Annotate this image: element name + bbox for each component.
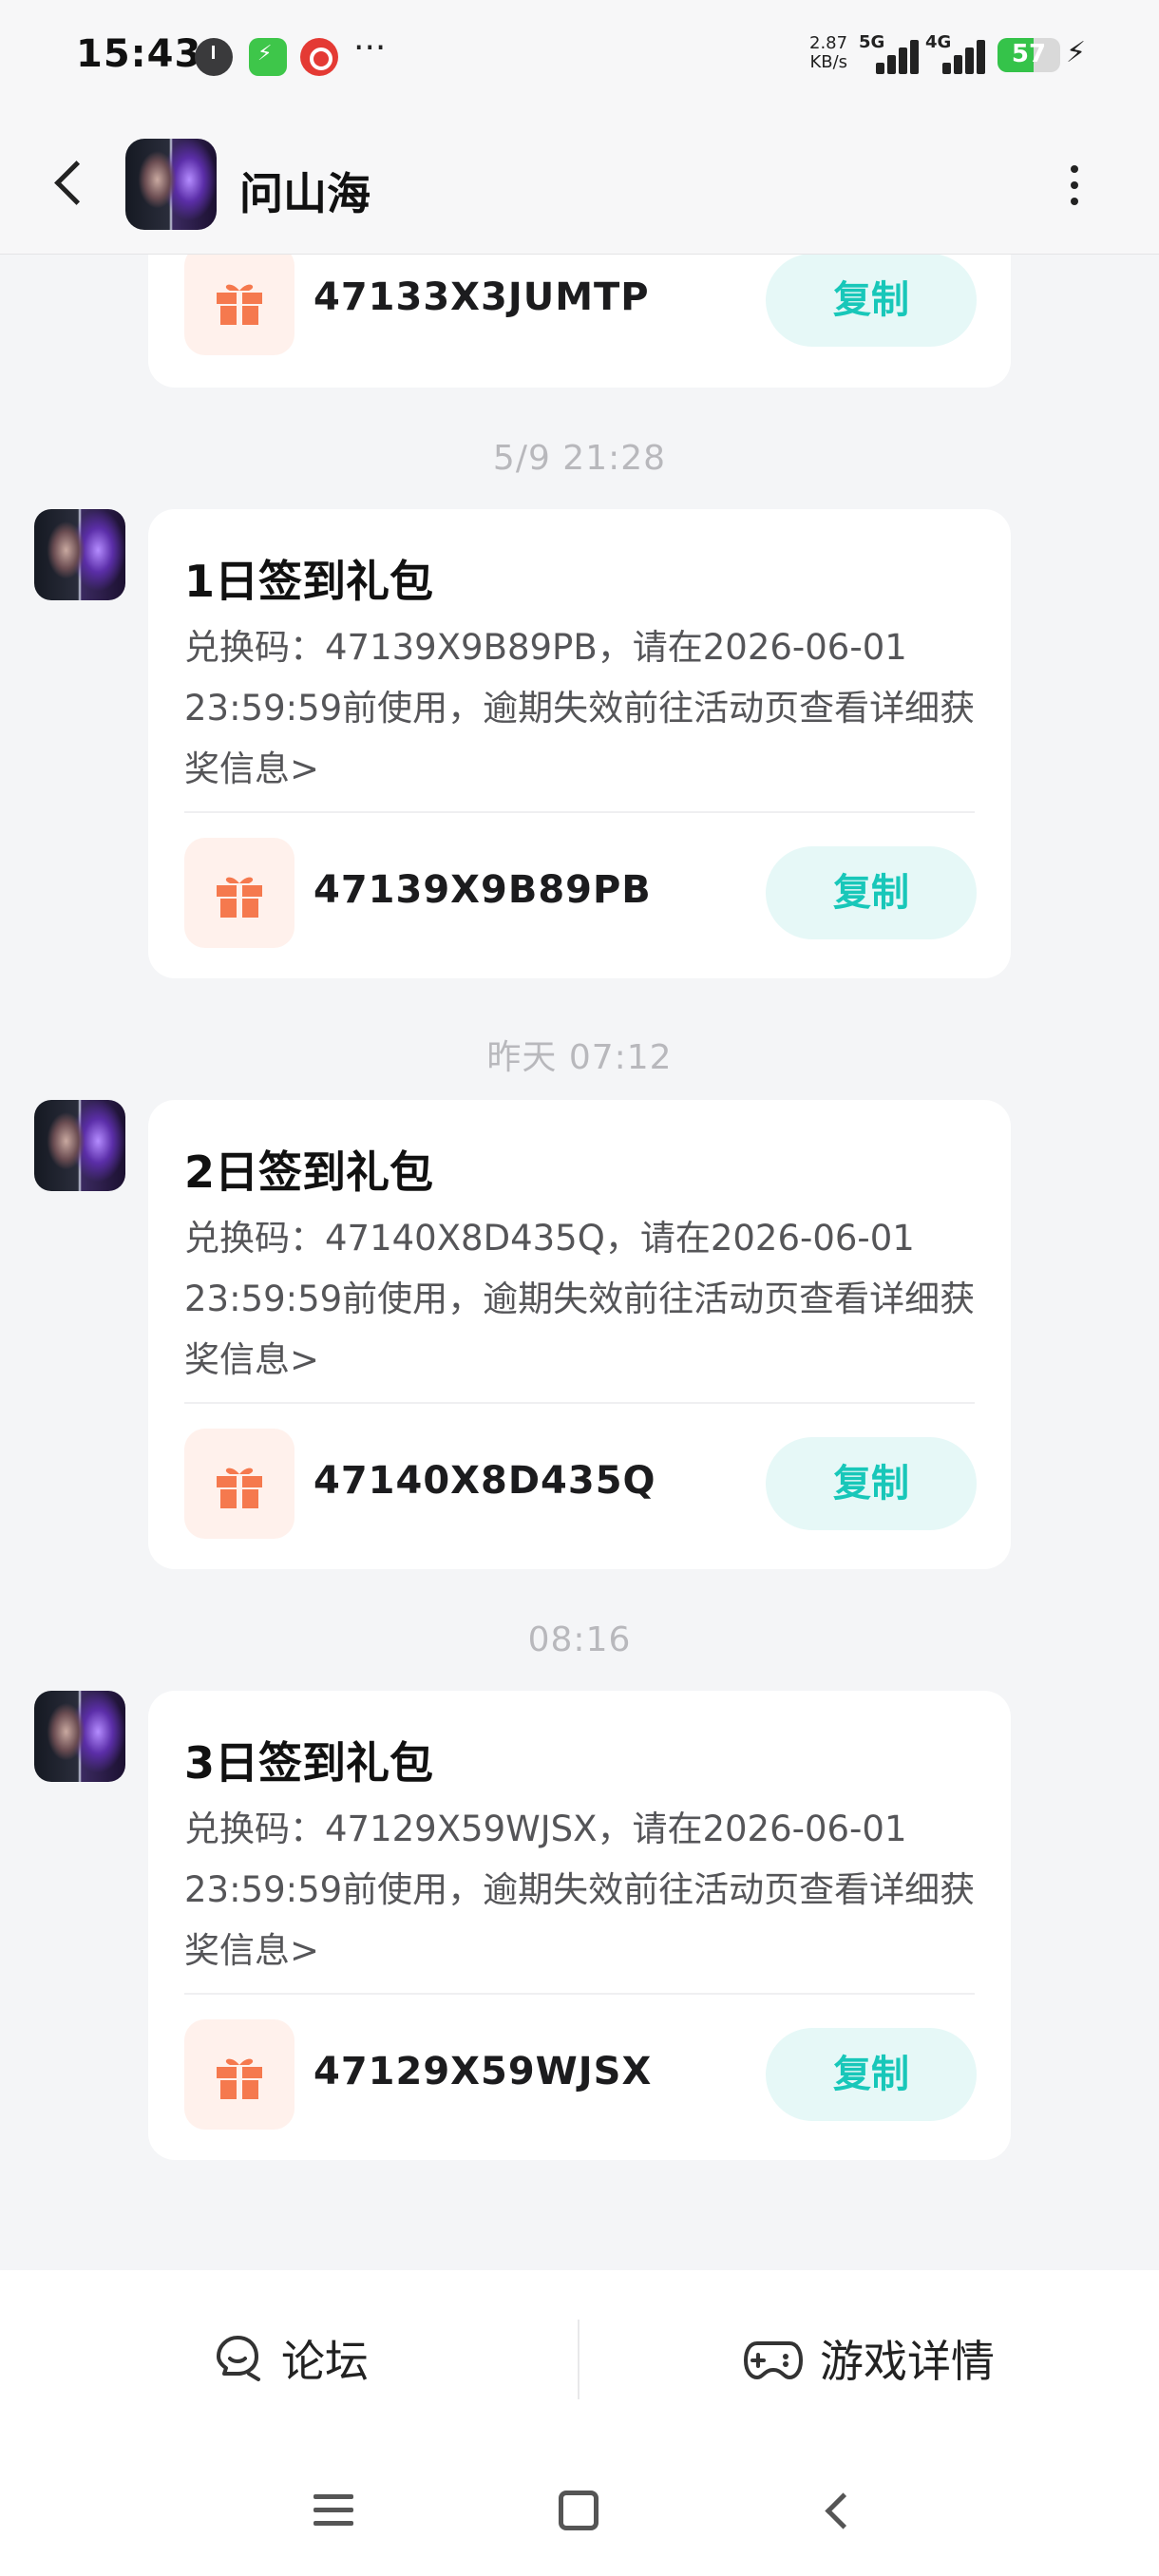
message-list[interactable]: 47133X3JUMTP 复制 5/9 21:28 1日签到礼包 兑换码：471… (0, 255, 1159, 2270)
chat-header: 问山海 (0, 114, 1159, 255)
more-options-button[interactable] (1054, 152, 1092, 218)
message-title: 2日签到礼包 (184, 1146, 434, 1198)
forum-label: 论坛 (281, 2336, 369, 2387)
battery-level: 57 (1011, 40, 1047, 68)
message-timestamp: 昨天 07:12 (486, 1038, 673, 1077)
message-timestamp: 08:16 (527, 1620, 632, 1659)
game-detail-label: 游戏详情 (820, 2336, 995, 2387)
gift-code: 47140X8D435Q (314, 1459, 656, 1503)
recent-apps-button[interactable] (314, 2491, 353, 2529)
sender-avatar[interactable] (34, 1691, 125, 1782)
divider (184, 1402, 975, 1404)
home-button[interactable] (559, 2491, 598, 2530)
gift-icon (184, 255, 294, 355)
more-notifications-icon: ··· (353, 28, 387, 67)
message-body[interactable]: 兑换码：47129X59WJSX，请在2026-06-01 23:59:59前使… (184, 1799, 982, 1981)
forum-button[interactable]: 论坛 (0, 2270, 580, 2447)
gift-icon (184, 838, 294, 948)
system-back-button[interactable] (817, 2491, 857, 2530)
message-title: 1日签到礼包 (184, 556, 434, 607)
clock-app-icon (195, 38, 233, 76)
message-title: 3日签到礼包 (184, 1737, 434, 1789)
message-card: 47133X3JUMTP 复制 (148, 255, 1011, 388)
gift-icon (184, 1429, 294, 1539)
message-card: 1日签到礼包 兑换码：47139X9B89PB，请在2026-06-01 23:… (148, 509, 1011, 978)
forum-icon (217, 2336, 260, 2381)
bottom-action-bar: 论坛 游戏详情 (0, 2270, 1159, 2447)
net-speed: 2.87 KB/s (809, 34, 847, 72)
sender-avatar[interactable] (34, 1100, 125, 1191)
status-time: 15:43 (76, 32, 202, 76)
page-title: 问山海 (239, 168, 370, 219)
gift-icon (184, 2019, 294, 2130)
net-speed-unit: KB/s (809, 52, 848, 72)
message-body[interactable]: 兑换码：47139X9B89PB，请在2026-06-01 23:59:59前使… (184, 617, 982, 800)
message-body[interactable]: 兑换码：47140X8D435Q，请在2026-06-01 23:59:59前使… (184, 1208, 982, 1391)
message-timestamp: 5/9 21:28 (492, 439, 667, 478)
chat-page: 15:43 ··· 2.87 KB/s 5G 4G 57 ⚡ (0, 0, 1159, 2576)
copy-button[interactable]: 复制 (766, 846, 977, 939)
gamepad-icon (744, 2341, 803, 2379)
gift-code: 47139X9B89PB (314, 868, 652, 912)
signal-5g-icon: 5G (859, 32, 919, 74)
status-bar: 15:43 ··· 2.87 KB/s 5G 4G 57 ⚡ (0, 0, 1159, 114)
gift-code: 47129X59WJSX (314, 2050, 653, 2093)
netease-app-icon (300, 38, 338, 76)
copy-button[interactable]: 复制 (766, 1437, 977, 1530)
charging-icon: ⚡ (1066, 36, 1087, 69)
game-avatar[interactable] (125, 139, 217, 230)
divider (184, 811, 975, 813)
divider (184, 1993, 975, 1995)
copy-button[interactable]: 复制 (766, 2028, 977, 2121)
back-button[interactable] (38, 150, 104, 217)
copy-button[interactable]: 复制 (766, 255, 977, 347)
sender-avatar[interactable] (34, 509, 125, 600)
gift-code: 47133X3JUMTP (314, 275, 650, 319)
system-navigation-bar (0, 2447, 1159, 2576)
power-app-icon (249, 38, 287, 76)
game-detail-button[interactable]: 游戏详情 (580, 2270, 1159, 2447)
net-speed-value: 2.87 (809, 33, 848, 53)
message-card: 3日签到礼包 兑换码：47129X59WJSX，请在2026-06-01 23:… (148, 1691, 1011, 2160)
battery-icon: 57 (998, 38, 1060, 72)
signal-4g-icon: 4G (925, 32, 985, 74)
message-card: 2日签到礼包 兑换码：47140X8D435Q，请在2026-06-01 23:… (148, 1100, 1011, 1569)
